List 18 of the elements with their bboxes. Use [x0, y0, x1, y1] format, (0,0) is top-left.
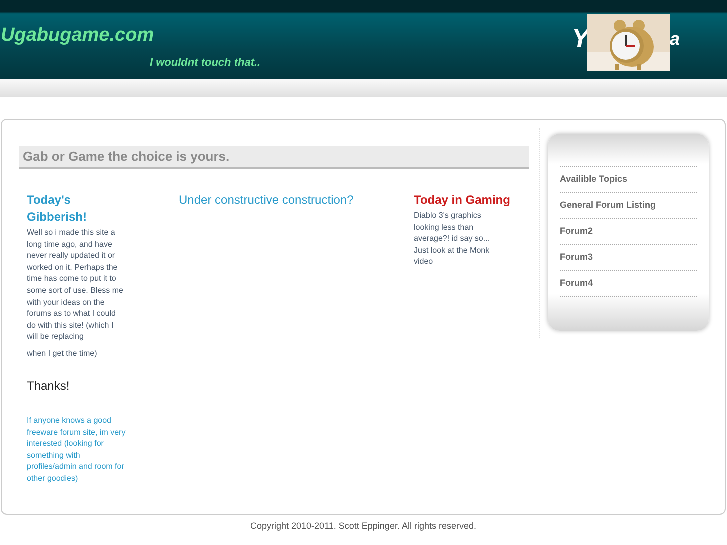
site-title: Ugabugame.com	[1, 24, 154, 48]
note-text: other goodies)	[27, 472, 80, 484]
section-title: Gab or Game the choice is yours.	[19, 146, 529, 169]
column-heading: Under constructive construction?	[179, 192, 355, 209]
sidebar-link[interactable]: General Forum Listing	[560, 192, 697, 218]
copyright-text: Copyright 2010-2011. Scott Eppinger. All rights reserved.	[250, 520, 478, 533]
sidebar-link[interactable]: Availible Topics	[560, 166, 697, 192]
banner-letter: a	[670, 30, 680, 48]
sidebar-link[interactable]: Forum4	[560, 270, 697, 296]
body-text: when I get the time)	[27, 348, 98, 360]
thanks-text: Thanks!	[27, 378, 71, 395]
sidebar-link[interactable]: Forum2	[560, 218, 697, 244]
column-heading: Today in Gaming	[414, 192, 512, 209]
sidebar-link[interactable]: Forum3	[560, 244, 697, 270]
tagline: I wouldnt touch that..	[150, 56, 261, 71]
body-text: Well so i made this site a long time ago, and have never really updated it or worked on it. Perhaps the time has come to put it to some sort of use. Bless me with your ideas on the forums as to what I could do with this site! (which I will be replacing	[27, 227, 124, 343]
column-heading: Today's Gibberish!	[27, 192, 88, 226]
body-text: Diablo 3's graphics looking less than average?! id say so... Just look at the Monk video	[414, 210, 492, 268]
